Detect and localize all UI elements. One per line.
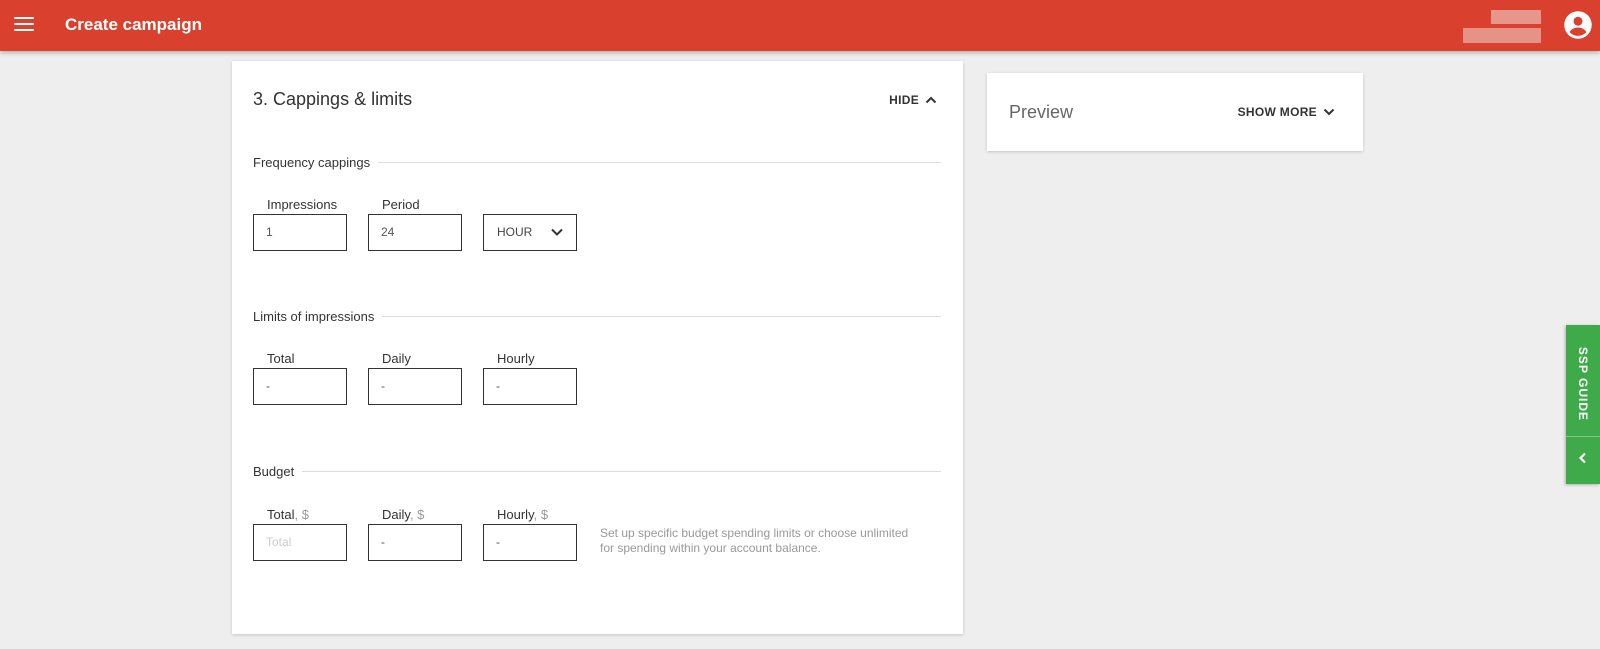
limit-total-input[interactable]: - [253,368,347,405]
preview-title: Preview [1009,102,1074,122]
hamburger-menu-icon[interactable] [14,17,34,33]
period-unit-value: HOUR [497,225,533,239]
budget-hourly-input[interactable]: - [483,524,577,561]
limit-hourly-input[interactable]: - [483,368,577,405]
budget-hourly-label: Hourly, $ [497,507,549,522]
account-name-redacted [1463,10,1541,44]
page-title: Create campaign [65,15,202,34]
show-more-button[interactable]: SHOW MORE [1238,105,1335,119]
chevron-down-icon [1323,108,1335,116]
section-heading: 3. Cappings & limits [253,89,413,109]
budget-daily-input[interactable]: - [368,524,462,561]
limit-daily-input[interactable]: - [368,368,462,405]
guide-divider [1566,436,1600,437]
hide-label: HIDE [889,93,919,107]
period-input[interactable]: 24 [368,214,462,251]
ssp-guide-label-wrap: SSP GUIDE [1570,339,1596,429]
budget-total-label: Total, $ [267,507,309,522]
cappings-limits-card: 3. Cappings & limits HIDE Frequency capp… [232,61,963,634]
section-divider [253,471,941,472]
ssp-guide-tab[interactable]: SSP GUIDE [1566,325,1600,484]
show-more-label: SHOW MORE [1237,105,1317,119]
impressions-input[interactable]: 1 [253,214,347,251]
budget-hint-text: Set up specific budget spending limits o… [600,526,909,555]
limits-of-impressions-title: Limits of impressions [253,309,383,324]
limit-total-label: Total [267,351,295,366]
period-label: Period [382,197,420,212]
period-unit-select[interactable]: HOUR [483,214,577,251]
chevron-left-icon[interactable] [1577,452,1589,464]
limit-daily-label: Daily [382,351,411,366]
budget-total-input[interactable]: Total [253,524,347,561]
budget-daily-label: Daily, $ [382,507,425,522]
impressions-label: Impressions [267,197,338,212]
account-circle-icon[interactable] [1563,10,1593,40]
top-app-bar: Create campaign [0,0,1600,51]
limit-hourly-label: Hourly [497,351,535,366]
preview-card: Preview SHOW MORE [987,73,1363,151]
budget-title: Budget [253,464,303,479]
chevron-up-icon [925,96,937,104]
chevron-down-icon [551,228,563,236]
ssp-guide-label: SSP GUIDE [1576,346,1590,422]
frequency-cappings-title: Frequency cappings [253,155,379,170]
hide-button[interactable]: HIDE [889,93,937,107]
